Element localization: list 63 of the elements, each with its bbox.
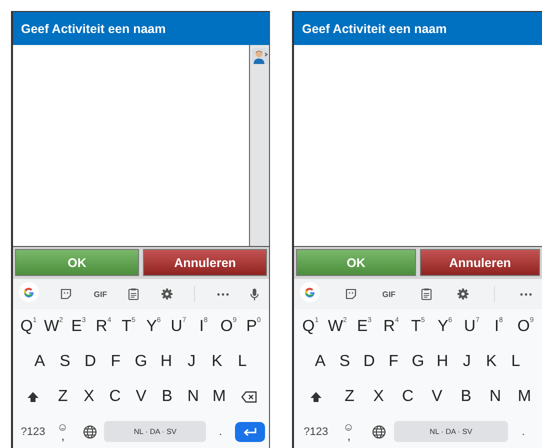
letter-key[interactable]: J — [462, 352, 471, 372]
more-icon[interactable] — [216, 292, 229, 296]
comma-key[interactable]: , — [347, 432, 351, 440]
letter-key[interactable]: B — [460, 386, 472, 406]
period-key[interactable]: . — [522, 426, 525, 438]
period-key[interactable]: . — [219, 426, 222, 438]
person-icon[interactable] — [252, 48, 268, 64]
letter-key[interactable]: A — [314, 352, 326, 372]
letter-key[interactable]: H — [160, 352, 172, 372]
symbols-key[interactable]: ?123 — [304, 426, 328, 438]
sticker-icon[interactable] — [60, 288, 72, 300]
letter-key[interactable]: C — [109, 386, 121, 406]
emoji-icon — [345, 424, 352, 430]
letter-key[interactable]: M — [518, 386, 532, 406]
letter-key[interactable]: N — [187, 386, 199, 406]
globe-icon[interactable] — [82, 424, 97, 438]
letter-key[interactable]: L — [238, 352, 247, 372]
letter-key[interactable]: D — [84, 352, 96, 372]
enter-icon — [243, 426, 258, 436]
letter-key[interactable]: B — [162, 386, 172, 406]
letter-key[interactable]: C — [402, 386, 414, 406]
letter-key[interactable]: K — [486, 352, 497, 372]
letter-key[interactable]: V — [136, 386, 146, 406]
cancel-button[interactable]: Annuleren — [143, 249, 267, 276]
letter-key[interactable]: N — [489, 386, 502, 406]
comma-key[interactable]: , — [61, 432, 65, 440]
letter-key[interactable]: Z — [344, 386, 354, 406]
letter-key[interactable]: K — [212, 352, 222, 372]
symbols-key[interactable]: ?123 — [20, 426, 46, 438]
letter-key[interactable]: S — [60, 352, 70, 372]
letter-key[interactable]: X — [373, 386, 384, 406]
letter-key[interactable]: G — [412, 352, 424, 372]
dialog-title: Geef Activiteit een naam — [21, 22, 166, 36]
settings-icon[interactable] — [456, 288, 469, 300]
letter-key[interactable]: J — [188, 352, 196, 372]
settings-icon[interactable] — [160, 288, 173, 300]
emoji-icon — [59, 424, 66, 430]
letter-key[interactable]: L — [511, 352, 520, 372]
letter-key[interactable]: S — [339, 352, 350, 372]
shift-icon[interactable] — [310, 390, 322, 402]
letter-key[interactable]: G — [134, 352, 148, 372]
cancel-button[interactable]: Annuleren — [420, 249, 540, 276]
letter-key[interactable]: Z — [58, 386, 68, 406]
clipboard-icon[interactable] — [420, 288, 432, 300]
enter-key[interactable] — [235, 422, 266, 442]
letter-key[interactable]: X — [84, 386, 94, 406]
sticker-icon[interactable] — [345, 288, 358, 300]
globe-icon[interactable] — [372, 424, 386, 438]
gif-button[interactable]: GIF — [94, 290, 108, 298]
letter-key[interactable]: V — [432, 386, 442, 406]
letter-key[interactable]: D — [363, 352, 375, 372]
dialog-title: Geef Activiteit een naam — [302, 22, 447, 36]
microphone-icon[interactable] — [250, 288, 259, 300]
letter-key[interactable]: M — [212, 386, 226, 406]
gif-button[interactable]: GIF — [382, 290, 396, 298]
letter-key[interactable]: F — [110, 352, 121, 372]
letter-key[interactable]: A — [34, 352, 45, 372]
more-icon[interactable] — [520, 292, 532, 296]
clipboard-icon[interactable] — [128, 288, 140, 300]
shift-icon[interactable] — [26, 390, 39, 402]
backspace-icon[interactable] — [241, 390, 258, 402]
letter-key[interactable]: H — [436, 352, 448, 372]
letter-key[interactable]: F — [388, 352, 398, 372]
